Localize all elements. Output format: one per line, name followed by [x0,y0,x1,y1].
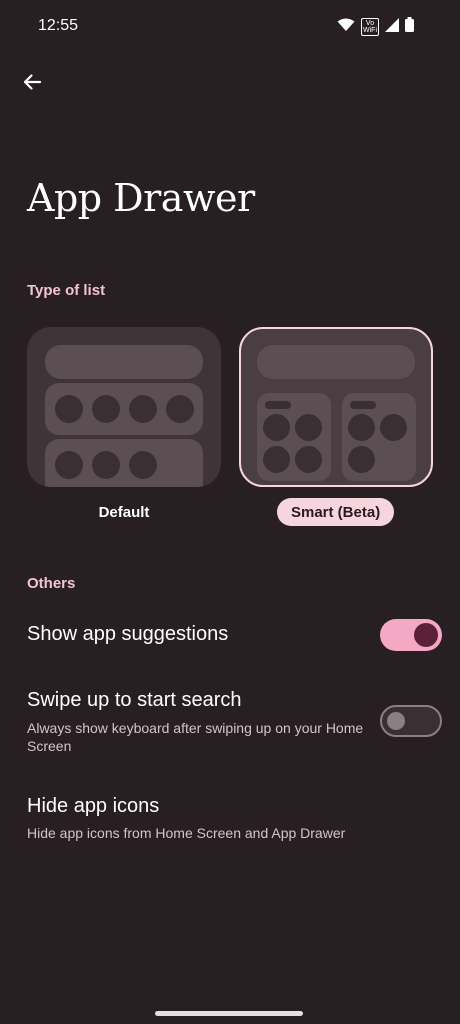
preview-folder-label [265,401,291,409]
show-app-suggestions-toggle[interactable] [380,619,442,651]
home-gesture-bar[interactable] [155,1011,303,1016]
preview-app-icon [92,395,120,423]
back-button[interactable] [16,68,48,100]
preview-app-icon [129,451,157,479]
preview-app-icon [295,446,322,473]
page-title: App Drawer [27,176,255,220]
preview-app-icon [92,451,120,479]
battery-icon [405,17,414,37]
setting-title: Show app suggestions [27,623,229,645]
toggle-knob [387,712,405,730]
back-arrow-icon [22,72,42,97]
section-header-others: Others [27,575,76,592]
volte-line-1: Vo [365,20,375,27]
preview-category-folder [342,393,416,481]
preview-app-icon [295,414,322,441]
preview-app-icon [166,395,194,423]
volte-icon: Vo WiFi [361,18,379,36]
layout-option-default-card[interactable] [27,327,221,487]
toggle-knob [414,623,438,647]
layout-option-smart-label[interactable]: Smart (Beta) [277,498,395,526]
preview-app-icon [348,446,375,473]
preview-folder-label [350,401,376,409]
preview-app-row [45,439,203,487]
preview-app-icon [55,395,83,423]
setting-subtitle: Hide app icons from Home Screen and App … [27,825,346,841]
preview-app-icon [263,414,290,441]
preview-app-icon [380,414,407,441]
preview-search-bar [45,345,203,379]
status-icons: Vo WiFi [337,17,414,37]
status-time: 12:55 [38,17,79,34]
preview-category-folder [257,393,331,481]
layout-option-default-label[interactable]: Default [27,498,221,526]
preview-search-bar [257,345,415,379]
preview-app-row [45,383,203,435]
app-drawer-settings-screen: 12:55 Vo WiFi App Drawer Type of list De… [0,0,460,1024]
section-header-type-of-list: Type of list [27,282,106,299]
layout-option-smart-card[interactable] [239,327,433,487]
signal-icon [385,17,399,37]
preview-app-icon [348,414,375,441]
preview-app-icon [263,446,290,473]
preview-app-icon [55,451,83,479]
preview-app-icon [129,395,157,423]
setting-title: Swipe up to start search [27,689,242,711]
setting-title: Hide app icons [27,795,160,817]
setting-subtitle: Always show keyboard after swiping up on… [27,720,364,754]
wifi-icon [337,18,355,37]
status-bar: 12:55 Vo WiFi [0,0,460,52]
volte-line-2: WiFi [363,27,377,34]
swipe-up-search-toggle[interactable] [380,705,442,737]
